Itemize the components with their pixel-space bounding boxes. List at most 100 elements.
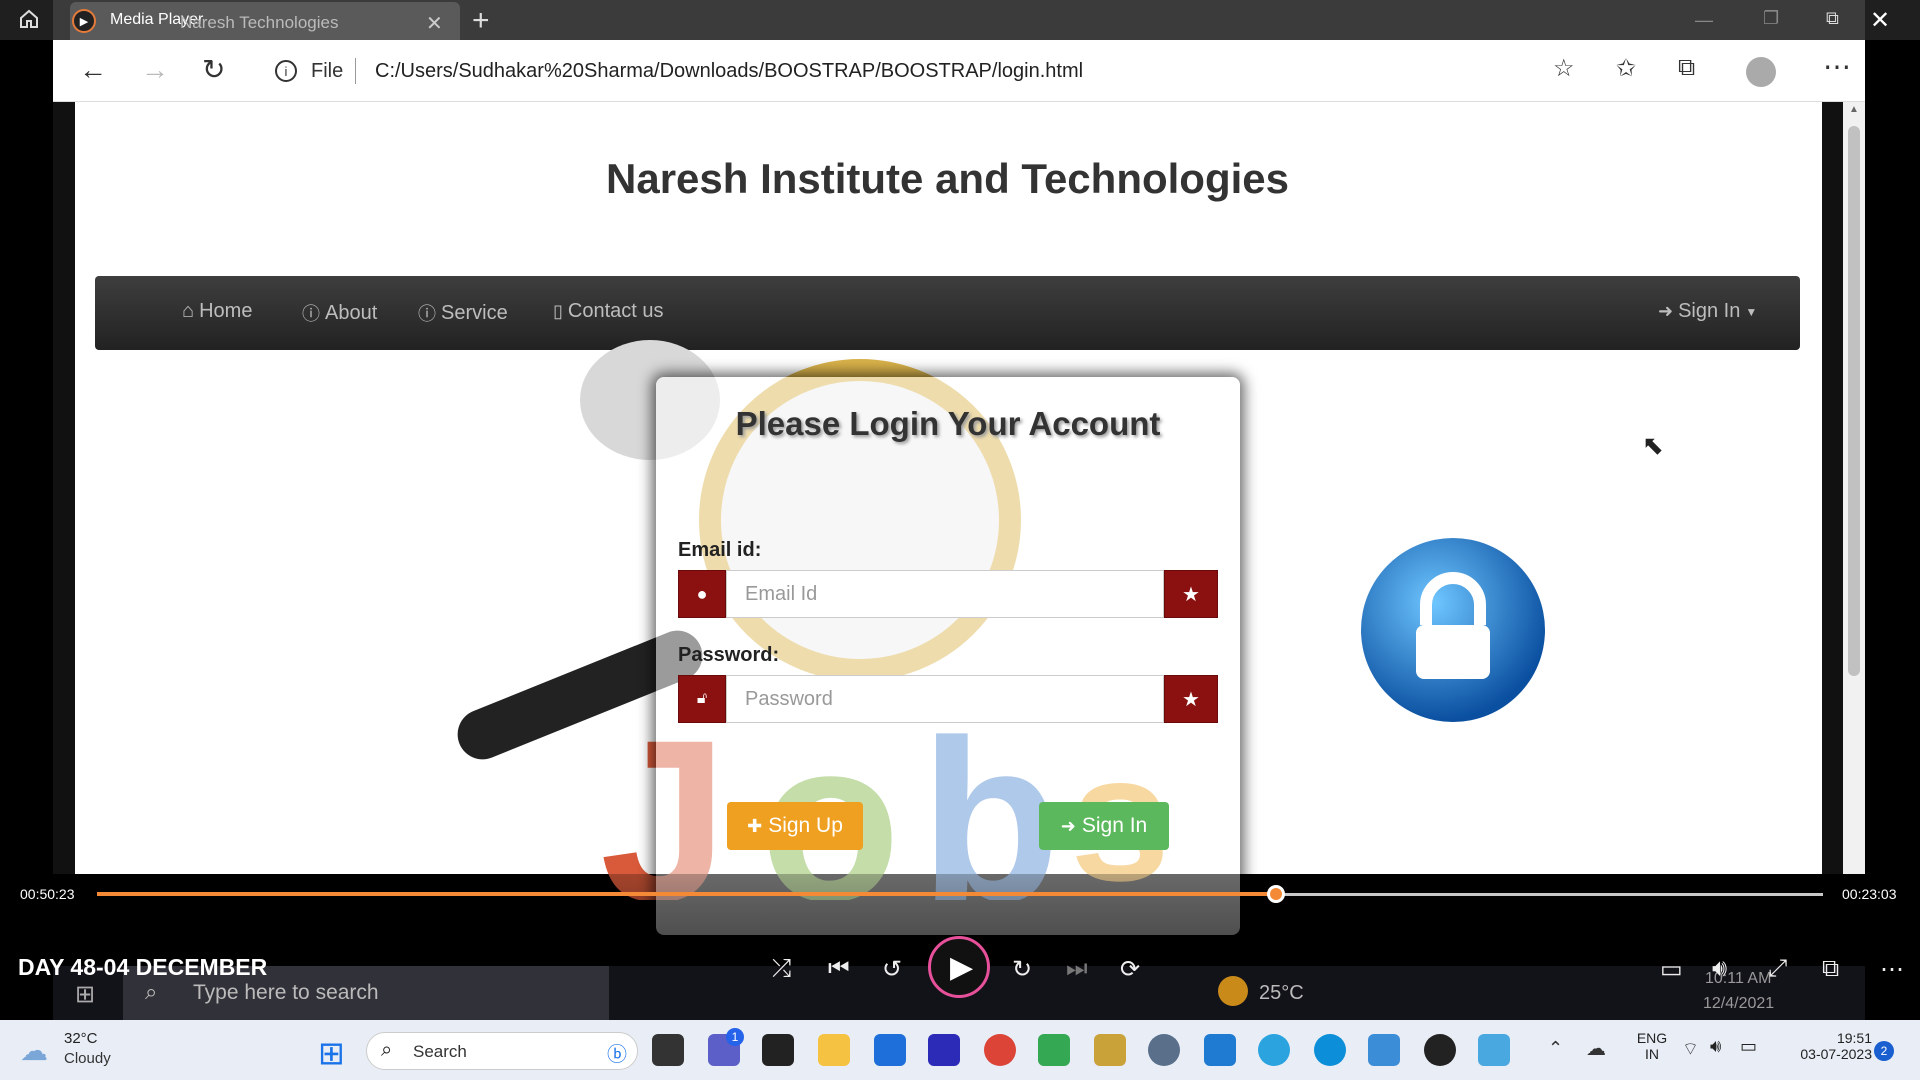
forward-30-icon[interactable]: ↻ <box>1012 955 1032 984</box>
captions-icon[interactable]: ▭ <box>1660 955 1683 984</box>
scrollbar-thumb[interactable] <box>1848 126 1860 676</box>
tab-title: Naresh Technologies <box>180 13 339 32</box>
forward-icon[interactable]: → <box>141 54 169 86</box>
onedrive-icon[interactable]: ☁ <box>1586 1036 1606 1061</box>
tab-close-icon[interactable]: ✕ <box>426 11 443 36</box>
shuffle-icon[interactable]: ⤮ <box>772 955 791 983</box>
media-player-taskbar-icon[interactable] <box>1424 1034 1456 1066</box>
nav-home[interactable]: ⌂ Home <box>182 300 252 323</box>
email-field[interactable]: Email Id <box>726 570 1164 618</box>
page-title: Naresh Institute and Technologies <box>606 155 1289 202</box>
app-diamond-icon[interactable] <box>1094 1034 1126 1066</box>
chrome-icon[interactable] <box>984 1034 1016 1066</box>
add-favorite-icon[interactable]: ☆ <box>1553 54 1575 83</box>
nav-signin-label: Sign In <box>1678 300 1741 322</box>
password-input-group: 🔓︎ Password ★ <box>678 675 1218 723</box>
rewind-10-icon[interactable]: ↺ <box>882 955 902 984</box>
repeat-icon[interactable]: ⟳ <box>1120 955 1140 984</box>
star-icon: ★ <box>1164 570 1218 618</box>
home-icon[interactable] <box>18 8 40 30</box>
nav-service[interactable]: ⓘ Service <box>418 300 508 326</box>
back-icon[interactable]: ← <box>79 54 107 86</box>
favorites-icon[interactable]: ✩ <box>1616 54 1636 83</box>
play-button[interactable]: ▶ <box>928 936 990 998</box>
bing-icon: ⓑ <box>607 1044 627 1066</box>
nav-signin-dropdown[interactable]: ➜ Sign In ▼ <box>1658 300 1757 323</box>
browser-tab[interactable]: ▶ Media Player Naresh Technologies ✕ <box>70 2 460 40</box>
new-tab-icon[interactable]: + <box>472 4 490 38</box>
clock[interactable]: 19:51 03-07-2023 <box>1782 1030 1872 1062</box>
password-field[interactable]: Password <box>726 675 1164 723</box>
scrollbar[interactable]: ▲ <box>1843 102 1865 874</box>
app-colorful-icon[interactable] <box>1478 1034 1510 1066</box>
app-icon[interactable] <box>928 1034 960 1066</box>
refresh-icon[interactable]: ↻ <box>202 53 225 86</box>
miniplayer-icon[interactable]: ⧉ <box>1822 955 1839 983</box>
nav-contact[interactable]: ▯ Contact us <box>553 300 664 323</box>
lock-globe-image <box>1358 535 1548 735</box>
add-user-icon: ✚ <box>747 815 763 836</box>
notepad-icon[interactable] <box>1368 1034 1400 1066</box>
question-circle-icon: ⓘ <box>418 304 436 324</box>
maximize-icon[interactable]: ⧉ <box>1826 8 1839 29</box>
signin-button[interactable]: ➜ Sign In <box>1039 802 1169 850</box>
vscode-icon[interactable] <box>1204 1034 1236 1066</box>
seek-bar-progress <box>97 892 1276 896</box>
weather-temp: 32°C <box>64 1030 98 1047</box>
battery-icon[interactable]: ▭ <box>1740 1036 1757 1057</box>
page-right-border <box>1822 102 1843 874</box>
profile-avatar[interactable] <box>1746 57 1776 87</box>
mail-icon[interactable] <box>874 1034 906 1066</box>
taskbar-search[interactable]: ⌕ Search ⓑ <box>366 1032 638 1070</box>
more-menu-icon[interactable]: ⋯ <box>1823 50 1851 83</box>
url-field[interactable]: C:/Users/Sudhakar%20Sharma/Downloads/BOO… <box>375 60 1083 83</box>
clock-date: 03-07-2023 <box>1800 1046 1872 1062</box>
restore-icon[interactable]: ❐ <box>1763 8 1779 29</box>
speaker-icon[interactable]: 🔊︎ <box>1710 1036 1721 1057</box>
minimize-icon[interactable]: — <box>1695 10 1713 31</box>
start-icon[interactable]: ⊞ <box>318 1034 345 1072</box>
mouse-cursor-icon: ⬉ <box>1642 430 1664 460</box>
tray-chevron-icon[interactable]: ⌃ <box>1548 1038 1563 1059</box>
elapsed-time: 00:50:23 <box>20 886 75 902</box>
language-indicator[interactable]: ENG IN <box>1632 1030 1672 1062</box>
task-view-icon[interactable] <box>652 1034 684 1066</box>
nav-home-label: Home <box>199 300 253 322</box>
scroll-up-icon[interactable]: ▲ <box>1849 104 1859 115</box>
lock-icon: 🔓︎ <box>678 675 726 723</box>
collections-icon[interactable]: ⧉ <box>1678 54 1695 82</box>
file-explorer-icon[interactable] <box>818 1034 850 1066</box>
close-window-icon[interactable]: ✕ <box>1870 6 1890 35</box>
teams-chat-icon[interactable]: 1 <box>708 1028 744 1066</box>
signup-label: Sign Up <box>768 814 843 837</box>
nav-about[interactable]: ⓘ About <box>302 300 377 326</box>
lang-top: ENG <box>1636 1030 1668 1046</box>
recorded-temperature: 25°C <box>1259 982 1304 1004</box>
next-icon[interactable]: ⏭ <box>1066 955 1088 983</box>
settings-icon[interactable] <box>1148 1034 1180 1066</box>
notification-badge[interactable]: 2 <box>1874 1041 1894 1061</box>
password-label: Password: <box>678 644 780 666</box>
info-icon[interactable]: i <box>275 60 297 82</box>
video-title: DAY 48-04 DECEMBER <box>18 954 268 980</box>
signup-button[interactable]: ✚ Sign Up <box>727 802 863 850</box>
login-title: Please Login Your Account <box>735 405 1161 442</box>
nav-service-label: Service <box>441 301 508 324</box>
wifi-icon[interactable]: ⌔ <box>1682 1038 1699 1061</box>
play-store-icon[interactable] <box>1038 1034 1070 1066</box>
weather-widget[interactable]: ☁ 32°C Cloudy <box>20 1030 130 1070</box>
more-options-icon[interactable]: ⋯ <box>1880 955 1904 984</box>
login-icon: ➜ <box>1060 815 1076 836</box>
nav-contact-label: Contact us <box>567 300 664 322</box>
volume-icon[interactable]: 🔊︎ <box>1712 955 1727 983</box>
fullscreen-icon[interactable]: ⤢ <box>1768 955 1787 983</box>
telegram-icon[interactable] <box>1258 1034 1290 1066</box>
seek-bar-thumb[interactable] <box>1267 885 1285 903</box>
cloud-icon: ☁ <box>20 1035 48 1066</box>
media-player-icon: ▶ <box>72 9 96 33</box>
previous-icon[interactable]: ⏮ <box>828 955 850 983</box>
lang-bottom: IN <box>1645 1046 1659 1062</box>
app-u-icon[interactable] <box>762 1034 794 1066</box>
edge-icon[interactable] <box>1314 1034 1346 1066</box>
login-icon: ➜ <box>1658 301 1674 321</box>
